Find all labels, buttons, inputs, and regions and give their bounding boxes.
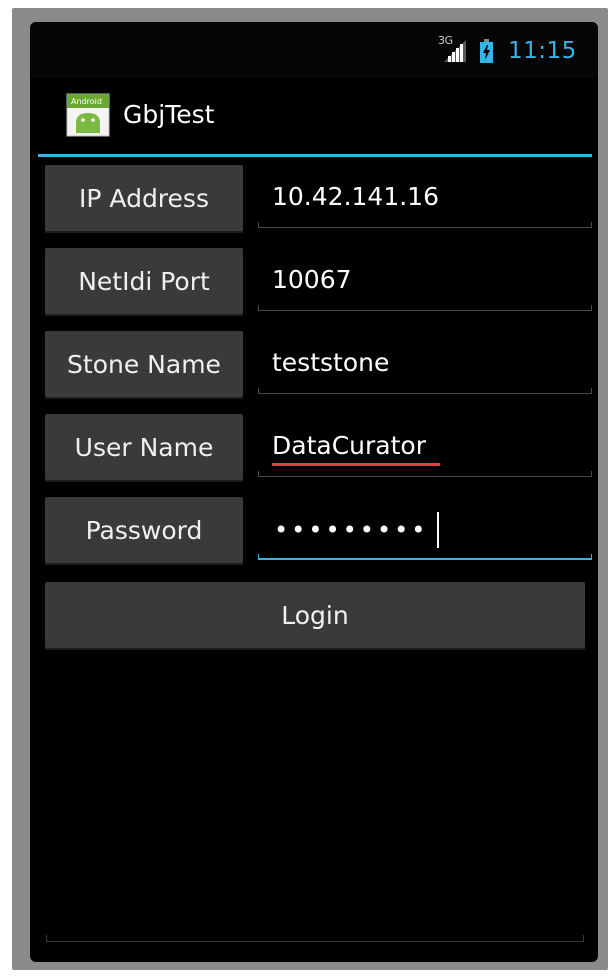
user-name-underline-tick-left bbox=[258, 471, 259, 477]
text-caret bbox=[437, 512, 439, 548]
bottom-underline-tick-left bbox=[46, 935, 47, 942]
ip-address-value: 10.42.141.16 bbox=[272, 182, 439, 211]
app-title: GbjTest bbox=[123, 100, 215, 129]
device-screen: 3G 11:15 Android GbjTest IP Address 10.4… bbox=[30, 22, 598, 962]
netldi-port-button[interactable]: NetIdi Port bbox=[45, 248, 243, 316]
stone-name-underline-tick-right bbox=[591, 388, 592, 394]
ip-address-underline-tick-right bbox=[591, 222, 592, 228]
password-input[interactable]: ••••••••• bbox=[258, 500, 592, 560]
password-underline-tick-right bbox=[591, 554, 592, 560]
stone-name-input[interactable]: teststone bbox=[258, 334, 592, 394]
battery-charging-icon bbox=[480, 39, 493, 63]
stone-name-underline bbox=[258, 393, 592, 394]
stone-name-underline-tick-left bbox=[258, 388, 259, 394]
status-clock: 11:15 bbox=[508, 38, 577, 64]
signal-icon: 3G bbox=[438, 34, 468, 64]
ip-address-button[interactable]: IP Address bbox=[45, 165, 243, 233]
netldi-port-input[interactable]: 10067 bbox=[258, 251, 592, 311]
netldi-port-underline-tick-right bbox=[591, 305, 592, 311]
ip-address-underline-tick-left bbox=[258, 222, 259, 228]
user-name-input[interactable]: DataCurator bbox=[258, 417, 592, 477]
user-name-value: DataCurator bbox=[272, 431, 426, 460]
ip-address-underline bbox=[258, 227, 592, 228]
user-name-underline-tick-right bbox=[591, 471, 592, 477]
login-button[interactable]: Login bbox=[45, 582, 585, 650]
password-underline-tick-left bbox=[258, 554, 259, 560]
password-button[interactable]: Password bbox=[45, 497, 243, 565]
ip-address-input[interactable]: 10.42.141.16 bbox=[258, 168, 592, 228]
user-name-button[interactable]: User Name bbox=[45, 414, 243, 482]
netldi-port-underline-tick-left bbox=[258, 305, 259, 311]
password-value: ••••••••• bbox=[274, 516, 429, 544]
android-app-icon: Android bbox=[66, 93, 110, 137]
bottom-underline-tick-right bbox=[583, 935, 584, 942]
netldi-port-underline bbox=[258, 310, 592, 311]
bottom-text-area-underline bbox=[46, 941, 584, 942]
netldi-port-value: 10067 bbox=[272, 265, 352, 294]
action-bar-divider bbox=[38, 154, 592, 157]
spellcheck-underline bbox=[272, 463, 440, 466]
stone-name-value: teststone bbox=[272, 348, 390, 377]
user-name-underline bbox=[258, 476, 592, 477]
status-bar: 3G 11:15 bbox=[30, 22, 598, 78]
stone-name-button[interactable]: Stone Name bbox=[45, 331, 243, 399]
app-icon-text: Android bbox=[71, 97, 102, 106]
action-bar: Android GbjTest bbox=[30, 78, 598, 154]
password-underline bbox=[258, 558, 592, 560]
